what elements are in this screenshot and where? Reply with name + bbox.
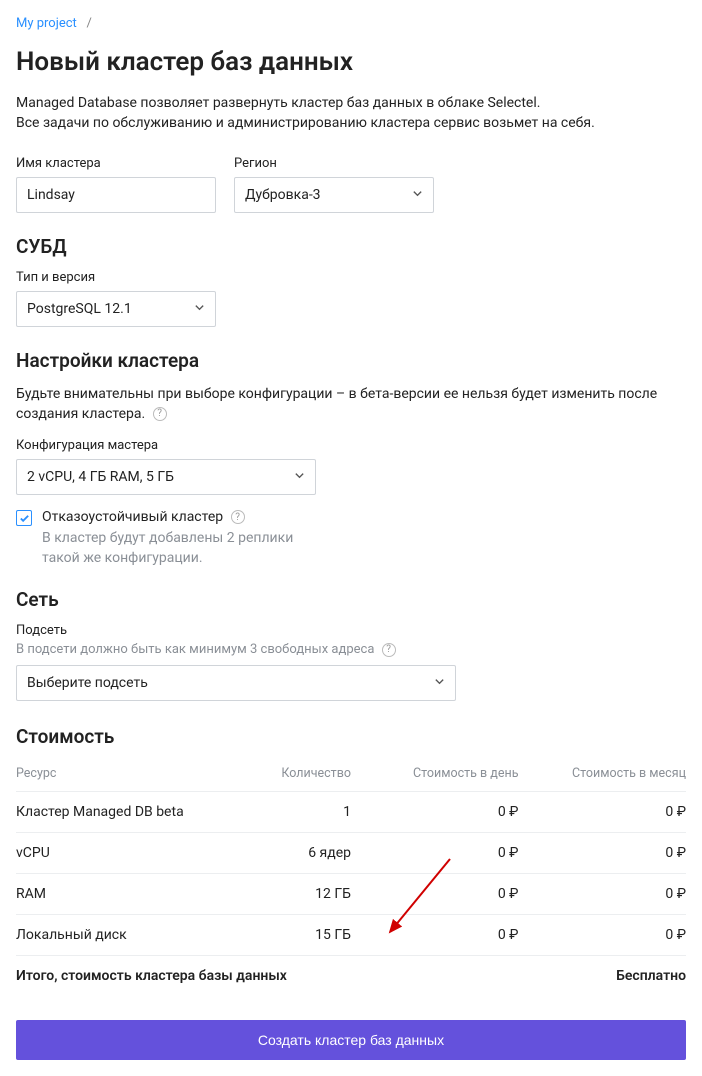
- breadcrumb: My project /: [16, 16, 686, 31]
- breadcrumb-project-link[interactable]: My project: [16, 16, 77, 31]
- subnet-label: Подсеть: [16, 623, 686, 638]
- cell-day: 0 ₽: [351, 874, 519, 915]
- table-row: Кластер Managed DB beta10 ₽0 ₽: [16, 792, 686, 833]
- chevron-down-icon: [194, 301, 205, 317]
- subnet-select[interactable]: Выберите подсеть: [16, 665, 456, 701]
- cluster-name-input[interactable]: Lindsay: [16, 177, 216, 213]
- dbms-select[interactable]: PostgreSQL 12.1: [16, 291, 216, 327]
- table-row: RAM12 ГБ0 ₽0 ₽: [16, 874, 686, 915]
- pricing-table: Ресурс Количество Стоимость в день Стоим…: [16, 760, 686, 996]
- dbms-label: Тип и версия: [16, 270, 686, 285]
- cell-qty: 1: [244, 792, 351, 833]
- cell-resource: Локальный диск: [16, 915, 244, 956]
- pricing-heading: Стоимость: [16, 725, 686, 748]
- cell-day: 0 ₽: [351, 792, 519, 833]
- cell-day: 0 ₽: [351, 833, 519, 874]
- table-row: Локальный диск15 ГБ0 ₽0 ₽: [16, 915, 686, 956]
- cell-month: 0 ₽: [518, 915, 686, 956]
- cluster-name-label: Имя кластера: [16, 156, 216, 171]
- chevron-down-icon: [412, 187, 423, 203]
- page-title: Новый кластер баз данных: [16, 47, 686, 77]
- ha-checkbox[interactable]: [16, 510, 32, 526]
- cell-month: 0 ₽: [518, 792, 686, 833]
- region-label: Регион: [234, 156, 434, 171]
- network-heading: Сеть: [16, 588, 686, 611]
- col-resource: Ресурс: [16, 760, 244, 792]
- chevron-down-icon: [434, 675, 445, 691]
- help-icon[interactable]: ?: [231, 510, 245, 524]
- cell-month: 0 ₽: [518, 874, 686, 915]
- total-value: Бесплатно: [518, 956, 686, 997]
- cell-qty: 6 ядер: [244, 833, 351, 874]
- page-subtitle: Managed Database позволяет развернуть кл…: [16, 93, 686, 134]
- cell-qty: 12 ГБ: [244, 874, 351, 915]
- cell-month: 0 ₽: [518, 833, 686, 874]
- cell-resource: RAM: [16, 874, 244, 915]
- table-row: vCPU6 ядер0 ₽0 ₽: [16, 833, 686, 874]
- help-icon[interactable]: ?: [153, 407, 167, 421]
- cell-qty: 15 ГБ: [244, 915, 351, 956]
- help-icon[interactable]: ?: [382, 643, 396, 657]
- cell-resource: vCPU: [16, 833, 244, 874]
- total-label: Итого, стоимость кластера базы данных: [16, 956, 518, 997]
- settings-note: Будьте внимательны при выборе конфигурац…: [16, 384, 686, 425]
- config-label: Конфигурация мастера: [16, 438, 686, 453]
- subnet-hint: В подсети должно быть как минимум 3 своб…: [16, 642, 686, 657]
- ha-sub: В кластер будут добавлены 2 реплики тако…: [42, 529, 322, 568]
- chevron-down-icon: [294, 469, 305, 485]
- cell-day: 0 ₽: [351, 915, 519, 956]
- ha-label: Отказоустойчивый кластер ?: [42, 509, 322, 525]
- region-select[interactable]: Дубровка-3: [234, 177, 434, 213]
- create-cluster-button[interactable]: Создать кластер баз данных: [16, 1020, 686, 1060]
- col-qty: Количество: [244, 760, 351, 792]
- col-month: Стоимость в месяц: [518, 760, 686, 792]
- cell-resource: Кластер Managed DB beta: [16, 792, 244, 833]
- breadcrumb-sep: /: [86, 16, 91, 31]
- config-select[interactable]: 2 vCPU, 4 ГБ RAM, 5 ГБ: [16, 459, 316, 495]
- dbms-heading: СУБД: [16, 235, 686, 258]
- settings-heading: Настройки кластера: [16, 349, 686, 372]
- col-day: Стоимость в день: [351, 760, 519, 792]
